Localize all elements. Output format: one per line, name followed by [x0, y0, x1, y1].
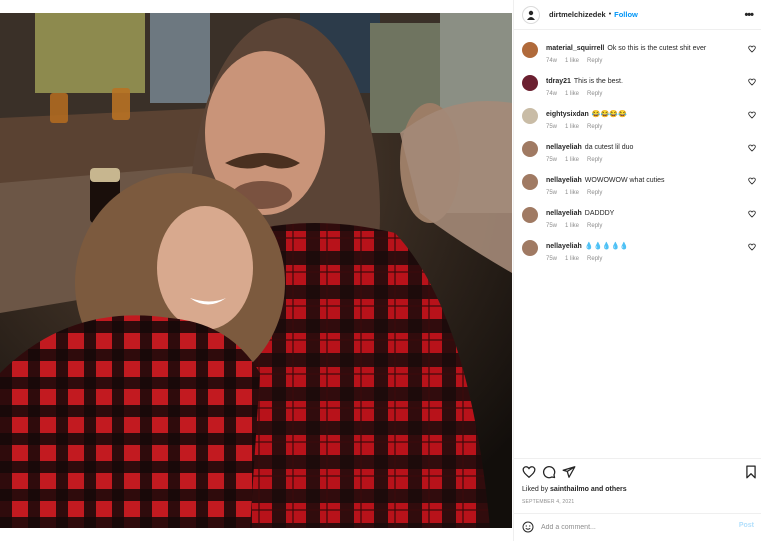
comment-text: nellayeliah DADDDY [546, 209, 614, 218]
commenter-avatar[interactable] [522, 42, 538, 58]
comment-like-count[interactable]: 1 like [565, 157, 579, 163]
comment-text: nellayeliah WOWOWOW what cuties [546, 176, 665, 185]
comment-age: 74w [546, 91, 558, 97]
heart-icon[interactable] [748, 45, 756, 53]
comment-meta: 75w 1 like Reply [546, 256, 610, 262]
commenter-avatar[interactable] [522, 207, 538, 223]
heart-icon[interactable] [748, 210, 756, 218]
comment-body: da cutest lil duo [584, 144, 634, 151]
add-comment-bar: Post [514, 513, 761, 541]
likes-summary: Liked by sainthailmo and others [522, 486, 627, 493]
author-avatar[interactable] [522, 5, 540, 24]
action-bar [514, 458, 761, 485]
bookmark-icon[interactable] [744, 465, 758, 479]
commenter-username[interactable]: material_squirrell [546, 45, 604, 52]
comment-meta: 74w 1 like Reply [546, 58, 610, 64]
comment-like-count[interactable]: 1 like [565, 58, 579, 64]
commenter-username[interactable]: tdray21 [546, 78, 571, 85]
comment-meta: 74w 1 like Reply [546, 91, 610, 97]
liked-by-user-link[interactable]: sainthailmo [550, 486, 589, 493]
comment-like-count[interactable]: 1 like [565, 91, 579, 97]
comment-body: This is the best. [573, 78, 623, 85]
add-comment-input[interactable] [541, 520, 721, 534]
heart-icon[interactable] [748, 78, 756, 86]
comment-age: 75w [546, 157, 558, 163]
reply-button[interactable]: Reply [587, 58, 602, 64]
comment-age: 75w [546, 124, 558, 130]
comment-meta: 75w 1 like Reply [546, 157, 610, 163]
emoji-icon[interactable] [522, 521, 534, 533]
post-photo[interactable] [0, 13, 512, 528]
liked-by-others-link[interactable]: and others [591, 486, 627, 493]
liked-by-prefix: Liked by [522, 486, 549, 493]
post-comment-button[interactable]: Post [739, 522, 754, 529]
more-options-icon[interactable]: ••• [744, 9, 754, 21]
author-username[interactable]: dirtmelchizedek [549, 10, 606, 19]
post-details-panel: dirtmelchizedek • Follow ••• material_sq… [513, 0, 761, 541]
heart-icon[interactable] [748, 177, 756, 185]
comment-item: tdray21 This is the best. 74w 1 like Reply [522, 75, 756, 105]
avatar-silhouette-icon [527, 10, 535, 20]
comment-item: nellayeliah DADDDY 75w 1 like Reply [522, 207, 756, 237]
comment-item: material_squirrell Ok so this is the cute… [522, 42, 756, 72]
comment-age: 74w [546, 58, 558, 64]
commenter-avatar[interactable] [522, 141, 538, 157]
comment-age: 75w [546, 190, 558, 196]
post-image [0, 13, 512, 528]
comment-item: nellayeliah 💧💧💧💧💧 75w 1 like Reply [522, 240, 756, 270]
post-header: dirtmelchizedek • Follow ••• [514, 0, 761, 30]
heart-icon[interactable] [522, 465, 536, 479]
comment-body: 💧💧💧💧💧 [584, 243, 629, 250]
comment-meta: 75w 1 like Reply [546, 190, 610, 196]
comment-like-count[interactable]: 1 like [565, 190, 579, 196]
reply-button[interactable]: Reply [587, 190, 602, 196]
commenter-avatar[interactable] [522, 75, 538, 91]
post-date[interactable]: SEPTEMBER 4, 2021 [522, 499, 574, 505]
comment-text: nellayeliah da cutest lil duo [546, 143, 633, 152]
commenter-username[interactable]: nellayeliah [546, 177, 582, 184]
comment-age: 75w [546, 256, 558, 262]
reply-button[interactable]: Reply [587, 223, 602, 229]
comment-meta: 75w 1 like Reply [546, 124, 610, 130]
reply-button[interactable]: Reply [587, 91, 602, 97]
reply-button[interactable]: Reply [587, 256, 602, 262]
comment-age: 75w [546, 223, 558, 229]
comment-item: eightysixdan 😂😂😂😂 75w 1 like Reply [522, 108, 756, 138]
comment-item: nellayeliah WOWOWOW what cuties 75w 1 like R… [522, 174, 756, 204]
share-icon[interactable] [562, 465, 576, 479]
comment-icon[interactable] [542, 465, 556, 479]
commenter-avatar[interactable] [522, 174, 538, 190]
comment-meta: 75w 1 like Reply [546, 223, 610, 229]
comment-text: material_squirrell Ok so this is the cute… [546, 44, 706, 53]
commenter-avatar[interactable] [522, 108, 538, 124]
comment-body: 😂😂😂😂 [591, 111, 627, 118]
comment-text: tdray21 This is the best. [546, 77, 623, 86]
header-separator: • [608, 11, 612, 18]
commenter-username[interactable]: nellayeliah [546, 243, 582, 250]
heart-icon[interactable] [748, 111, 756, 119]
comment-text: eightysixdan 😂😂😂😂 [546, 110, 627, 119]
comment-text: nellayeliah 💧💧💧💧💧 [546, 242, 628, 251]
comment-body: DADDDY [584, 210, 615, 217]
comment-like-count[interactable]: 1 like [565, 256, 579, 262]
commenter-avatar[interactable] [522, 240, 538, 256]
reply-button[interactable]: Reply [587, 157, 602, 163]
comment-item: nellayeliah da cutest lil duo 75w 1 like Rep… [522, 141, 756, 171]
comment-like-count[interactable]: 1 like [565, 124, 579, 130]
commenter-username[interactable]: eightysixdan [546, 111, 589, 118]
comment-body: Ok so this is the cutest shit ever [607, 45, 707, 52]
heart-icon[interactable] [748, 243, 756, 251]
commenter-username[interactable]: nellayeliah [546, 210, 582, 217]
commenter-username[interactable]: nellayeliah [546, 144, 582, 151]
comment-like-count[interactable]: 1 like [565, 223, 579, 229]
comment-body: WOWOWOW what cuties [584, 177, 665, 184]
heart-icon[interactable] [748, 144, 756, 152]
follow-button[interactable]: Follow [614, 10, 638, 19]
reply-button[interactable]: Reply [587, 124, 602, 130]
